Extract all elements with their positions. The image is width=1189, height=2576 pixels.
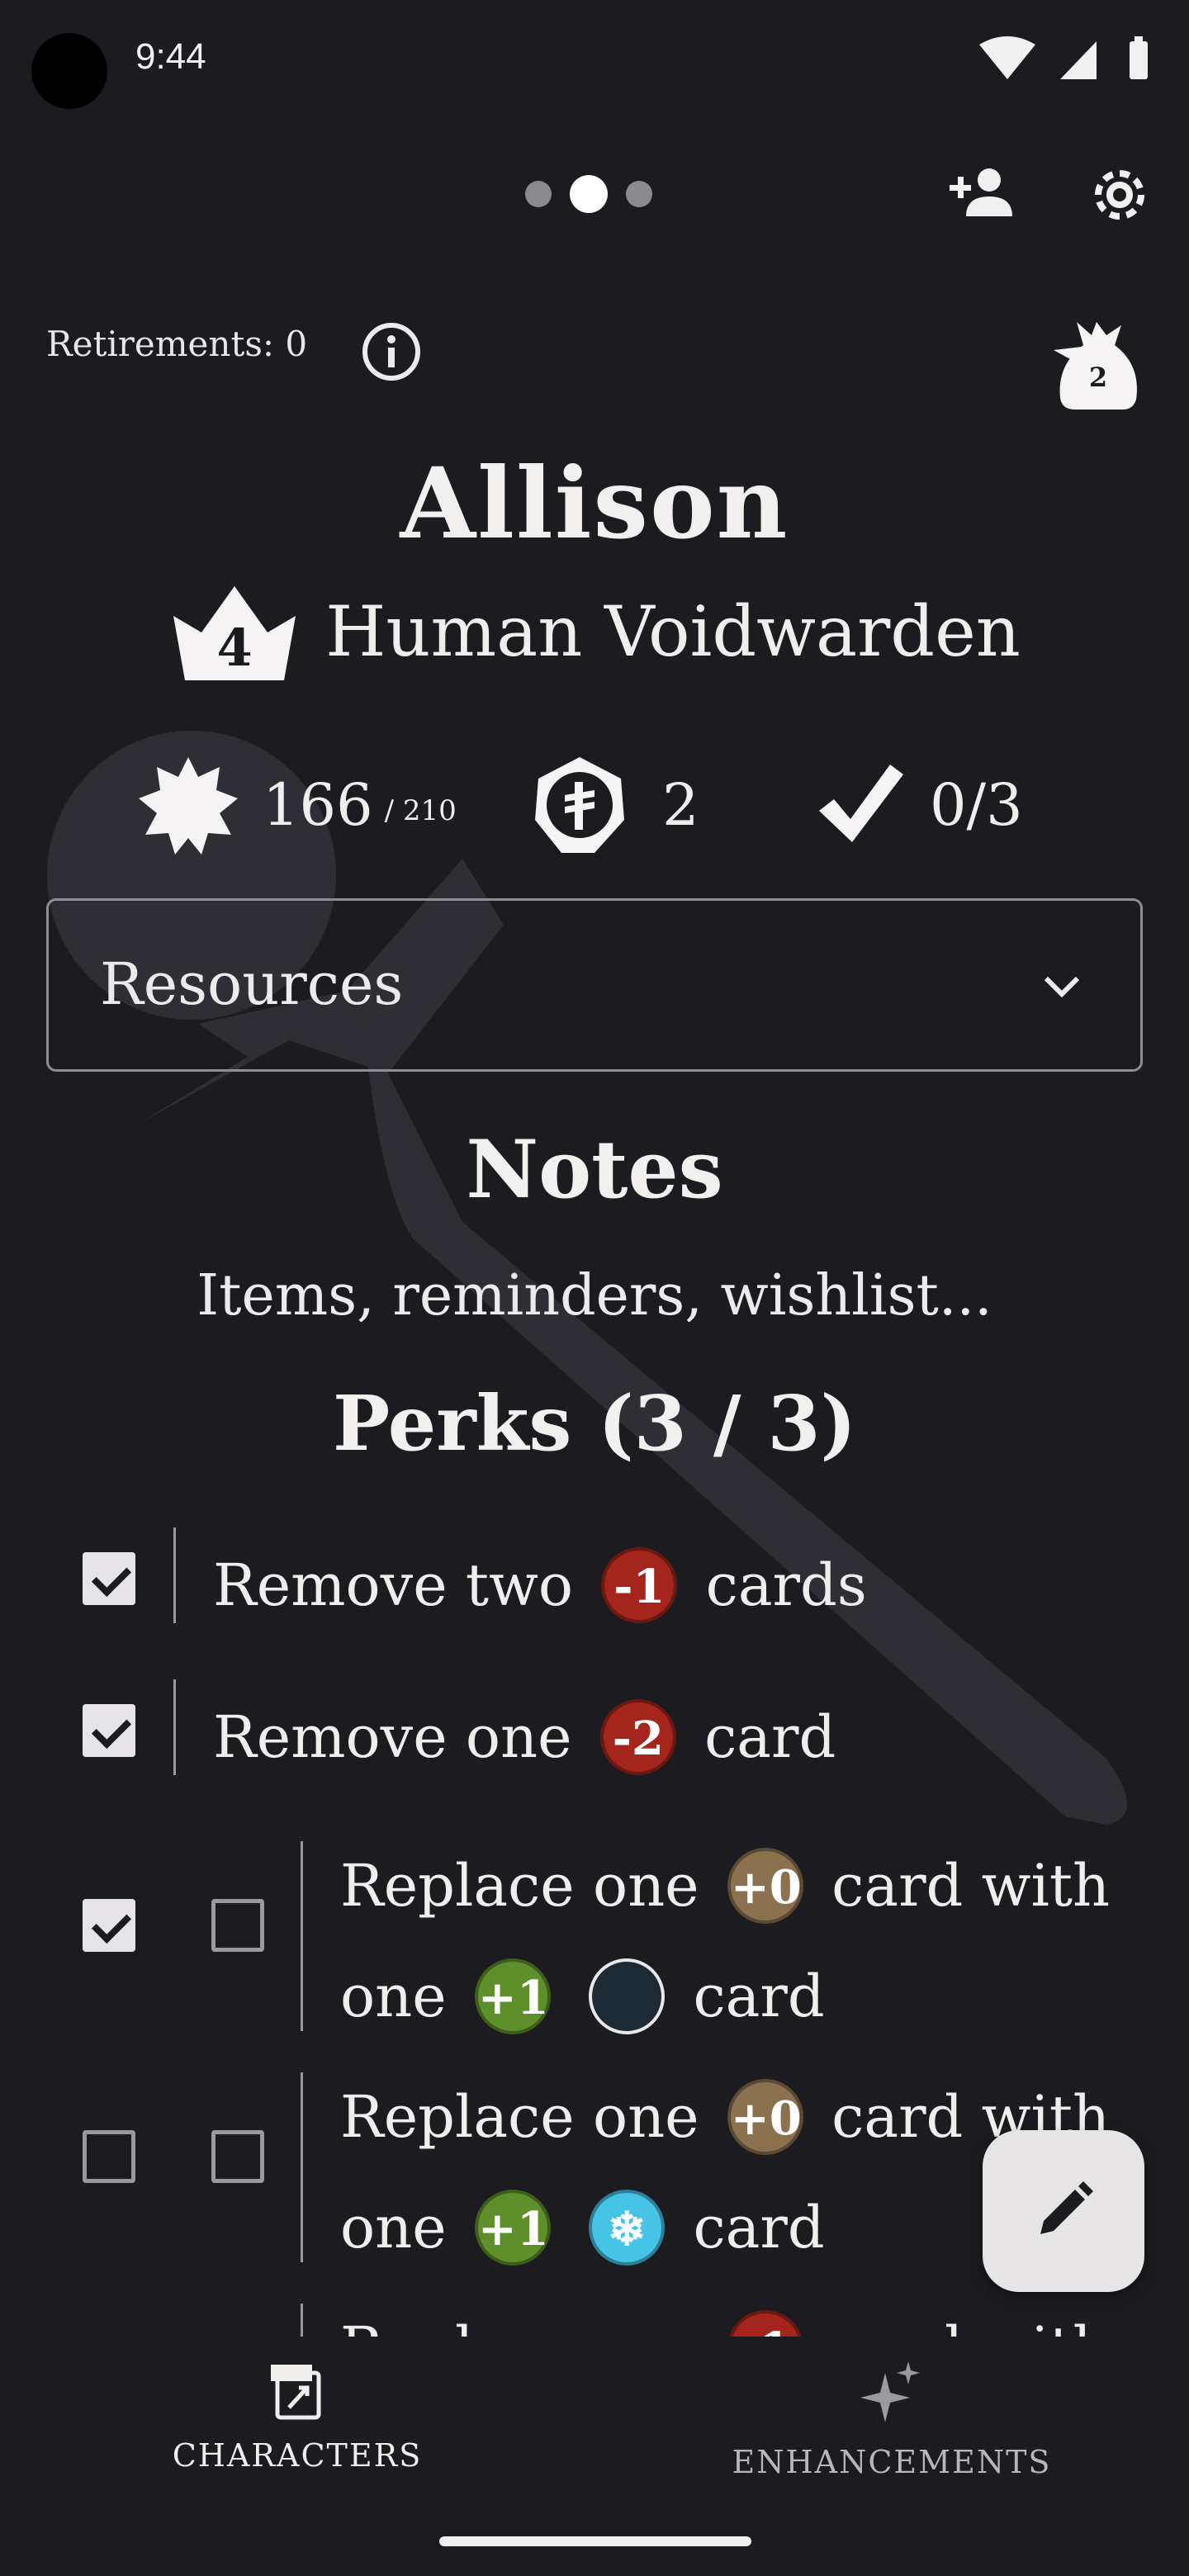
perks-title: Perks (3 / 3) [332,1379,857,1468]
gold-coin-icon [535,757,624,853]
perk-divider [173,1679,176,1775]
retirements-label: Retirements: 0 [46,324,308,364]
status-icons [979,36,1148,79]
perk-text-fragment: Remove one [213,1703,572,1771]
signal-icon [1060,41,1097,79]
perk-text-fragment: Replace one [340,2314,699,2337]
level-crown: 4 [168,583,301,680]
perk-line: one +1 card [340,1939,1156,2049]
resources-dropdown[interactable]: Resources [46,898,1143,1072]
modifier-card-icon: -2 [599,1699,676,1775]
notes-input[interactable]: Items, reminders, wishlist... [0,1263,1189,1328]
loot-bag-button[interactable]: 2 [1049,314,1148,413]
loot-bag-count: 2 [1088,362,1108,393]
characters-icon [271,2365,321,2420]
page-dot[interactable] [626,181,652,207]
add-person-icon [950,168,1012,216]
perk-text-fragment: card with [831,2314,1110,2337]
gold-value: 2 [662,771,699,839]
perk-text-fragment: one [340,2194,447,2261]
modifier-card-icon: -1 [601,1547,678,1623]
modifier-card-icon: -1 [727,2310,803,2337]
perk-row: Replace one -1 card with [0,2295,1189,2337]
wifi-icon [979,36,1035,79]
status-time: 9:44 [135,36,206,77]
perk-checkbox[interactable] [83,1552,135,1605]
modifier-card-icon [589,1958,666,2034]
perk-text-fragment: one [340,1963,447,2030]
pencil-icon [1040,2181,1093,2234]
nav-characters[interactable]: CHARACTERS [91,2360,504,2525]
character-class: Human Voidwarden [325,591,1021,672]
nav-enhancements-label: ENHANCEMENTS [732,2444,1052,2480]
perk-checkbox[interactable] [211,1899,264,1952]
perk-divider [301,2072,303,2262]
chevron-down-icon [1044,976,1080,998]
resources-label: Resources [100,950,404,1018]
notes-title: Notes [466,1123,723,1216]
perk-checkbox[interactable] [83,1899,135,1952]
page-indicator [525,173,666,215]
modifier-card-icon: +1 [474,2190,551,2266]
stats-row: 166 / 210 2 0/3 [132,743,1057,867]
modifier-card-icon: +0 [727,1848,803,1924]
home-indicator[interactable] [439,2536,751,2546]
character-level: 4 [216,618,253,678]
perk-text-fragment: Replace one [340,2083,699,2151]
modifier-card-icon: +0 [727,2079,803,2155]
checkmarks-stat[interactable]: 0/3 [814,743,1023,867]
experience-star-icon [139,757,238,855]
perk-description: Remove two -1 cards [213,1527,1156,1638]
perk-text-fragment: cards [705,1551,867,1619]
perk-checkbox[interactable] [83,1704,135,1757]
perk-text-fragment: card [693,2194,825,2261]
perk-line: Replace one +0 card with [340,1828,1156,1939]
modifier-card-icon: ❄ [589,2190,666,2266]
page-dot-active[interactable] [570,175,608,213]
edit-fab-button[interactable] [983,2130,1144,2292]
settings-button[interactable] [1078,155,1161,234]
character-name[interactable]: Allison [0,446,1189,561]
nav-enhancements[interactable]: ENHANCEMENTS [685,2360,1098,2525]
perk-text-fragment: card [693,1963,825,2030]
perk-text-fragment: card with [831,1852,1111,1920]
perk-text-fragment: Replace one [340,1852,699,1920]
character-class-row: 4 Human Voidwarden [0,583,1189,680]
perk-checkbox[interactable] [83,2130,135,2183]
perk-description: Remove one -2 card [213,1679,1156,1790]
gold-stat[interactable]: 2 [528,743,699,867]
sparkle-icon [860,2361,920,2422]
experience-value: 166 [263,771,373,839]
gear-icon [1095,170,1144,220]
nav-characters-label: CHARACTERS [172,2437,423,2474]
perk-line: Replace one -1 card with [340,2290,1156,2337]
perk-text-fragment: Remove two [213,1551,574,1619]
perk-divider [301,1841,303,2031]
perk-text-fragment: card [704,1703,836,1771]
perk-divider [173,1527,176,1623]
checkmark-icon [819,765,903,842]
battery-icon [1130,41,1148,79]
experience-stat[interactable]: 166 / 210 [137,743,457,867]
perk-row: Remove one -2 card [0,1671,1189,1795]
front-camera [31,33,107,109]
experience-max: / 210 [384,794,457,827]
perk-description: Replace one -1 card with [340,2290,1156,2337]
checkmarks-value: 0/3 [930,771,1023,839]
page-dot[interactable] [525,181,552,207]
perk-row: Remove two -1 cards [0,1519,1189,1643]
modifier-card-icon: +1 [474,1958,551,2034]
perk-description: Replace one +0 card with one +1 card [340,1828,1156,2049]
info-icon [362,323,420,381]
retirements-info-button[interactable] [358,319,424,385]
perk-checkbox[interactable] [211,2130,264,2183]
perk-divider [301,2304,303,2337]
perk-row: Replace one +0 card with one +1 card [0,1833,1189,2048]
add-character-button[interactable] [941,157,1024,231]
